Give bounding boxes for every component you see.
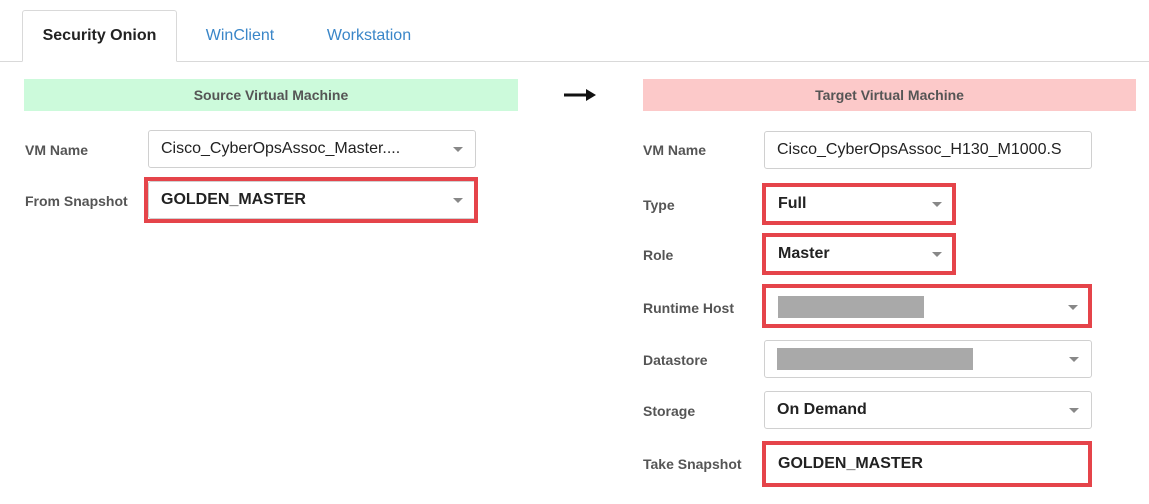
source-vm-name-select[interactable]: Cisco_CyberOpsAssoc_Master.... <box>148 130 476 168</box>
source-snapshot-label: From Snapshot <box>25 193 128 209</box>
datastore-value <box>777 348 1061 370</box>
source-vm-name-value: Cisco_CyberOpsAssoc_Master.... <box>161 140 401 157</box>
chevron-down-icon <box>1069 407 1079 413</box>
target-datastore-select[interactable] <box>764 340 1092 378</box>
target-vm-name-input[interactable]: Cisco_CyberOpsAssoc_H130_M1000.S <box>764 131 1092 169</box>
target-take-snapshot-value: GOLDEN_MASTER <box>778 455 923 472</box>
target-storage-value: On Demand <box>777 401 867 418</box>
target-take-snapshot-input[interactable]: GOLDEN_MASTER <box>766 445 1090 483</box>
arrow-right-icon <box>564 89 596 101</box>
target-type-value: Full <box>778 195 807 212</box>
source-panel-header: Source Virtual Machine <box>24 79 518 111</box>
target-storage-label: Storage <box>643 403 696 419</box>
chevron-down-icon <box>453 146 463 152</box>
target-role-value: Master <box>778 245 830 262</box>
target-vm-name-label: VM Name <box>643 142 707 158</box>
tab-bar: Security Onion WinClient Workstation <box>0 0 1149 62</box>
target-storage-select[interactable]: On Demand <box>764 391 1092 429</box>
source-snapshot-value: GOLDEN_MASTER <box>161 191 306 208</box>
tab-winclient[interactable]: WinClient <box>186 10 294 62</box>
chevron-down-icon <box>1069 356 1079 362</box>
target-datastore-label: Datastore <box>643 352 708 368</box>
chevron-down-icon <box>932 251 942 257</box>
tab-security-onion[interactable]: Security Onion <box>22 10 177 62</box>
target-type-select[interactable]: Full <box>766 185 954 223</box>
tab-workstation[interactable]: Workstation <box>304 10 434 62</box>
chevron-down-icon <box>453 197 463 203</box>
chevron-down-icon <box>932 201 942 207</box>
target-take-snapshot-label: Take Snapshot <box>643 456 742 472</box>
target-role-label: Role <box>643 247 674 263</box>
runtime-host-value <box>778 296 1060 318</box>
target-type-label: Type <box>643 197 675 213</box>
source-snapshot-select[interactable]: GOLDEN_MASTER <box>148 181 476 219</box>
target-role-select[interactable]: Master <box>766 235 954 273</box>
target-panel-header: Target Virtual Machine <box>643 79 1136 111</box>
source-vm-name-label: VM Name <box>25 142 89 158</box>
target-runtime-host-select[interactable] <box>766 288 1090 326</box>
target-runtime-host-label: Runtime Host <box>643 300 734 316</box>
chevron-down-icon <box>1068 304 1078 310</box>
target-vm-name-value: Cisco_CyberOpsAssoc_H130_M1000.S <box>777 141 1062 158</box>
